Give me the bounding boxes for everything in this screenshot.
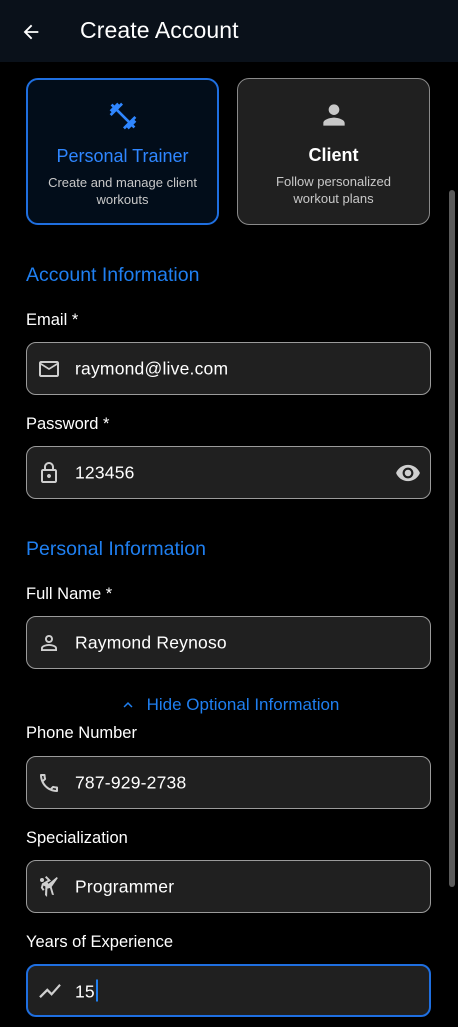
specialization-label: Specialization [26,829,128,847]
role-title: Personal Trainer [56,146,189,166]
role-title: Client [308,145,359,165]
toggle-optional-info-button[interactable]: Hide Optional Information [0,693,458,717]
text-cursor [95,979,98,1001]
role-card-client[interactable]: Client Follow personalized workout plans [237,78,430,225]
role-description: Follow personalized workout plans [276,174,391,206]
app-bar: Create Account [0,0,458,62]
phone-label: Phone Number [26,724,137,742]
chevron-up-icon [123,702,133,708]
trending-line-icon [37,978,63,1004]
email-label: Email * [26,311,79,329]
phone-icon [36,770,62,796]
scrollbar-thumb[interactable] [449,190,455,887]
lock-icon [36,460,62,486]
person-outline-icon [36,630,62,656]
eye-icon[interactable] [394,459,422,487]
dumbbell-icon [28,100,217,132]
back-button[interactable] [16,17,46,47]
mail-icon [36,356,62,382]
create-account-screen: Create Account Personal Trainer Create a… [0,0,458,1027]
role-card-personal-trainer[interactable]: Personal Trainer Create and manage clien… [26,78,219,225]
person-icon [238,99,429,131]
section-title-personal: Personal Information [26,538,206,560]
sports-martial-arts-icon [36,874,62,900]
full-name-field[interactable]: Raymond Reynoso [26,616,431,669]
arrow-left-icon [23,24,39,40]
experience-value-text: 15 [75,981,95,1001]
experience-label: Years of Experience [26,933,174,951]
specialization-value: Programmer [75,876,175,896]
experience-value: 15 [75,979,98,1002]
full-name-value: Raymond Reynoso [75,632,227,652]
page-title: Create Account [80,17,239,43]
toggle-optional-info-label: Hide Optional Information [146,695,340,714]
password-field[interactable]: 123456 [26,446,431,499]
specialization-field[interactable]: Programmer [26,860,431,913]
email-value: raymond@live.com [75,358,229,378]
phone-value: 787-929-2738 [75,772,187,792]
email-field[interactable]: raymond@live.com [26,342,431,395]
password-value: 123456 [75,462,135,482]
section-title-account: Account Information [26,264,200,286]
role-description: Create and manage client workouts [48,175,197,207]
password-label: Password * [26,415,110,433]
experience-field[interactable]: 15 [26,964,431,1017]
full-name-label: Full Name * [26,585,113,603]
phone-field[interactable]: 787-929-2738 [26,756,431,809]
